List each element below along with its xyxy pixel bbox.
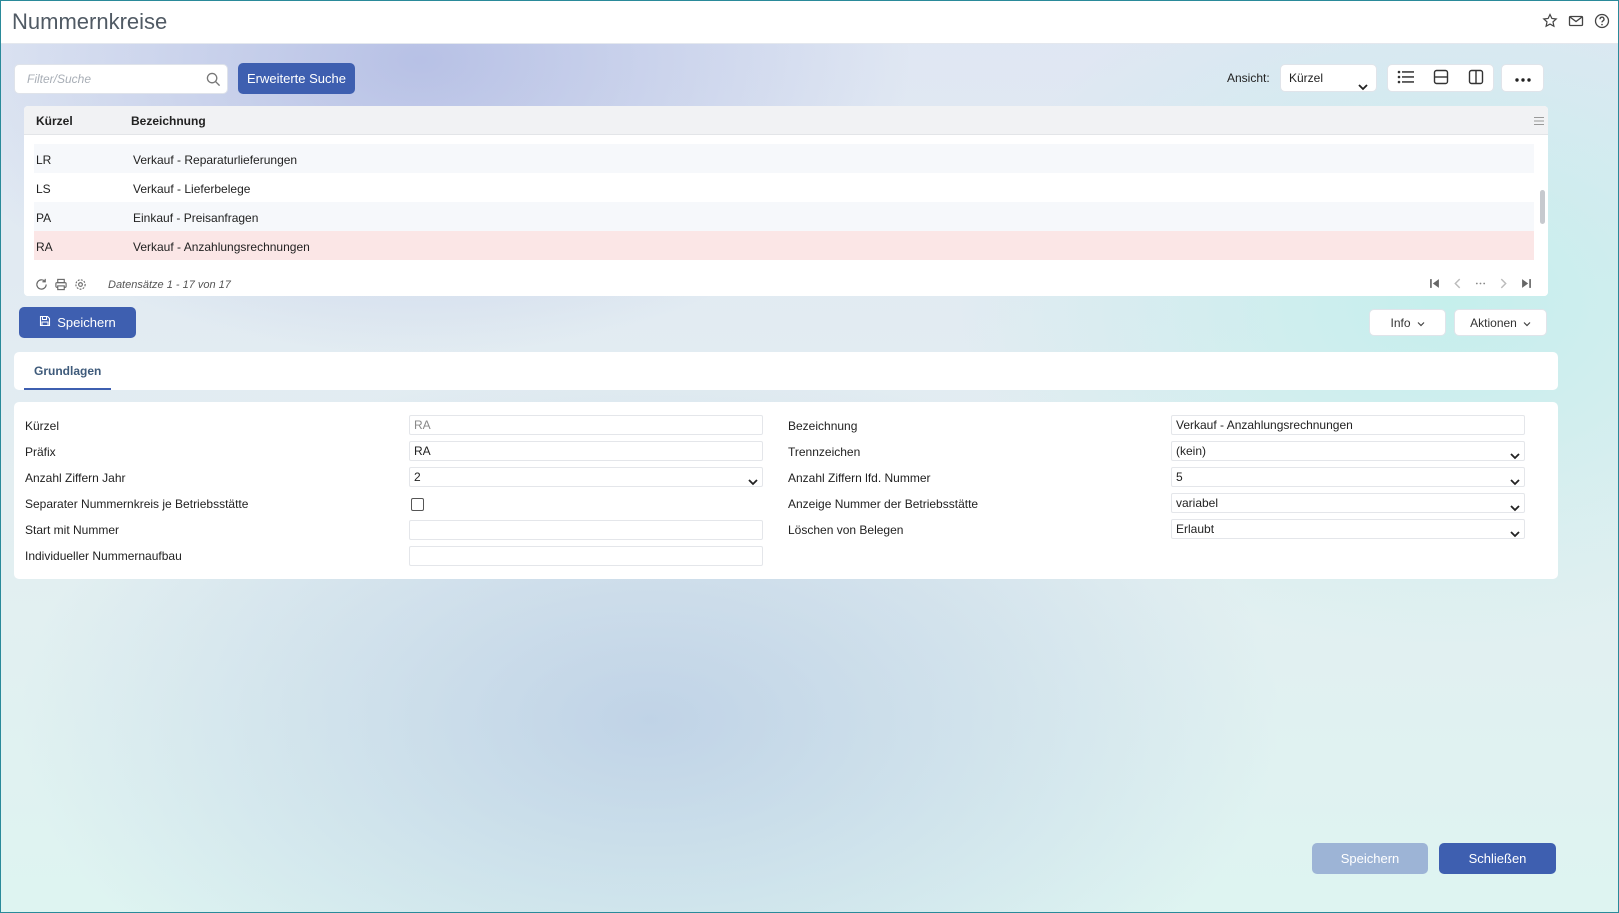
trennzeichen-select[interactable]: (kein) xyxy=(1171,441,1525,461)
mail-icon[interactable] xyxy=(1568,13,1586,31)
start-mit-nummer-label: Start mit Nummer xyxy=(25,523,120,537)
praefix-label: Präfix xyxy=(25,445,56,459)
next-page-icon[interactable] xyxy=(1498,278,1509,292)
grid-rows: LR Verkauf - Reparaturlieferungen LS Ver… xyxy=(34,135,1534,271)
view-label: Ansicht: xyxy=(1227,71,1270,85)
select-value: Erlaubt xyxy=(1176,522,1215,536)
star-icon[interactable] xyxy=(1542,13,1560,31)
kuerzel-field[interactable]: RA xyxy=(409,415,763,435)
last-page-icon[interactable] xyxy=(1521,278,1532,292)
anzahl-ziffern-jahr-select[interactable]: 2 xyxy=(409,467,763,487)
select-value: 5 xyxy=(1176,470,1183,484)
anzahl-ziffern-jahr-label: Anzahl Ziffern Jahr xyxy=(25,471,126,485)
chevron-down-icon xyxy=(1417,316,1425,330)
floppy-disk-icon xyxy=(39,315,51,330)
chevron-down-icon xyxy=(1523,316,1531,330)
info-button[interactable]: Info xyxy=(1369,309,1446,336)
anzeige-nummer-select[interactable]: variabel xyxy=(1171,493,1525,513)
tab-grundlagen[interactable]: Grundlagen xyxy=(24,352,112,390)
chevron-down-icon xyxy=(1510,525,1520,544)
column-menu-icon[interactable] xyxy=(1534,115,1544,129)
individueller-aufbau-field[interactable] xyxy=(409,546,763,566)
table-row[interactable]: LR Verkauf - Reparaturlieferungen xyxy=(34,144,1534,173)
save-button[interactable]: Speichern xyxy=(19,307,136,338)
table-row[interactable] xyxy=(34,135,1534,144)
cell-kuerzel: LR xyxy=(36,153,52,167)
page-ellipsis-icon xyxy=(1475,278,1486,292)
select-value: 2 xyxy=(414,470,421,484)
chevron-down-icon xyxy=(1510,473,1520,492)
detail-form: Kürzel RA Präfix RA Anzahl Ziffern Jahr … xyxy=(14,402,1558,579)
settings-gear-icon[interactable] xyxy=(74,278,87,294)
close-button[interactable]: Schließen xyxy=(1439,843,1556,874)
cell-bezeichnung: Einkauf - Preisanfragen xyxy=(133,211,259,225)
extended-search-button[interactable]: Erweiterte Suche xyxy=(238,63,355,94)
search-box xyxy=(14,64,228,94)
cell-kuerzel: RA xyxy=(36,240,53,254)
start-mit-nummer-field[interactable] xyxy=(409,520,763,540)
cell-bezeichnung: Verkauf - Lieferbelege xyxy=(133,182,251,196)
title-bar: Nummernkreise xyxy=(1,1,1618,44)
record-count: Datensätze 1 - 17 von 17 xyxy=(108,279,231,291)
records-grid: Kürzel Bezeichnung LR Verkauf - Reparatu… xyxy=(24,106,1548,296)
cell-kuerzel: LS xyxy=(36,182,51,196)
praefix-field[interactable]: RA xyxy=(409,441,763,461)
separater-nummernkreis-label: Separater Nummernkreis je Betriebsstätte xyxy=(25,497,249,511)
footer-save-button[interactable]: Speichern xyxy=(1312,843,1428,874)
loeschen-select[interactable]: Erlaubt xyxy=(1171,519,1525,539)
list-view-icon[interactable] xyxy=(1397,70,1415,87)
grid-scrollbar[interactable] xyxy=(1540,190,1545,224)
column-header-kuerzel[interactable]: Kürzel xyxy=(36,114,73,128)
page-title: Nummernkreise xyxy=(12,9,168,34)
select-value: variabel xyxy=(1176,496,1219,510)
table-row-selected[interactable]: RA Verkauf - Anzahlungsrechnungen xyxy=(34,231,1534,260)
trennzeichen-label: Trennzeichen xyxy=(788,445,861,459)
refresh-icon[interactable] xyxy=(35,278,48,294)
view-select[interactable]: Kürzel xyxy=(1280,64,1377,92)
actions-button[interactable]: Aktionen xyxy=(1454,309,1547,336)
view-mode-group xyxy=(1387,64,1494,92)
table-row[interactable]: PA Einkauf - Preisanfragen xyxy=(34,202,1534,231)
search-input[interactable] xyxy=(27,72,197,86)
actions-button-label: Aktionen xyxy=(1470,315,1517,330)
chevron-down-icon xyxy=(1358,74,1368,100)
search-icon[interactable] xyxy=(206,72,221,90)
bezeichnung-label: Bezeichnung xyxy=(788,419,858,433)
previous-page-icon[interactable] xyxy=(1452,278,1463,292)
table-row[interactable] xyxy=(34,260,1534,271)
info-button-label: Info xyxy=(1390,315,1411,330)
anzahl-ziffern-lfd-label: Anzahl Ziffern lfd. Nummer xyxy=(788,471,931,485)
cell-bezeichnung: Verkauf - Anzahlungsrechnungen xyxy=(133,240,310,254)
cell-kuerzel: PA xyxy=(36,211,52,225)
split-horizontal-icon[interactable] xyxy=(1433,69,1449,88)
separater-nummernkreis-checkbox[interactable] xyxy=(411,498,424,511)
more-options-button[interactable] xyxy=(1501,64,1544,92)
more-horizontal-icon xyxy=(1514,71,1531,85)
anzeige-nummer-label: Anzeige Nummer der Betriebsstätte xyxy=(788,497,979,511)
grid-header: Kürzel Bezeichnung xyxy=(24,106,1548,135)
save-button-label: Speichern xyxy=(57,315,116,330)
select-value: (kein) xyxy=(1176,444,1207,458)
column-header-bezeichnung[interactable]: Bezeichnung xyxy=(131,114,206,128)
view-select-value: Kürzel xyxy=(1289,71,1324,85)
chevron-down-icon xyxy=(1510,499,1520,518)
loeschen-label: Löschen von Belegen xyxy=(788,523,904,537)
print-icon[interactable] xyxy=(54,278,68,294)
tab-bar: Grundlagen xyxy=(14,352,1558,390)
cell-bezeichnung: Verkauf - Reparaturlieferungen xyxy=(133,153,298,167)
split-vertical-icon[interactable] xyxy=(1468,69,1484,88)
help-icon[interactable] xyxy=(1594,13,1612,31)
chevron-down-icon xyxy=(748,473,758,492)
first-page-icon[interactable] xyxy=(1429,278,1440,292)
kuerzel-label: Kürzel xyxy=(25,419,60,433)
table-row[interactable]: LS Verkauf - Lieferbelege xyxy=(34,173,1534,202)
anzahl-ziffern-lfd-select[interactable]: 5 xyxy=(1171,467,1525,487)
grid-footer: Datensätze 1 - 17 von 17 xyxy=(24,274,1548,296)
chevron-down-icon xyxy=(1510,447,1520,466)
individueller-aufbau-label: Individueller Nummernaufbau xyxy=(25,549,182,563)
bezeichnung-field[interactable]: Verkauf - Anzahlungsrechnungen xyxy=(1171,415,1525,435)
